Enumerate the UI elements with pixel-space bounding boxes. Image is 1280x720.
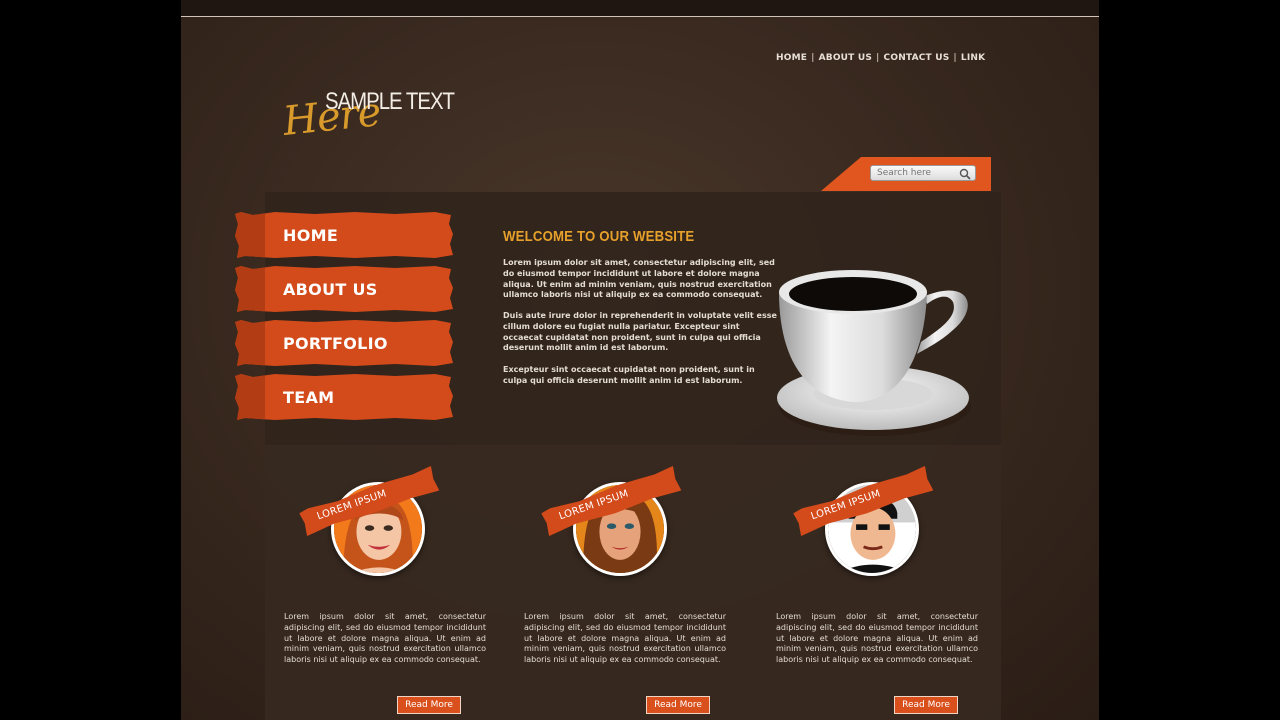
website-mockup: HOME | ABOUT US | CONTACT US | LINK Here SAMPL… <box>181 0 1099 720</box>
menu-item-portfolio[interactable]: PORTFOLIO <box>235 320 453 366</box>
read-more-button-3[interactable]: Read More <box>894 696 958 714</box>
team-description-2: Lorem ipsum dolor sit amet, consectetur … <box>524 612 726 665</box>
topnav-contact-link[interactable]: CONTACT US <box>884 53 950 63</box>
logo-main-text: SAMPLE TEXT <box>325 88 455 115</box>
menu-item-about-us[interactable]: ABOUT US <box>235 266 453 312</box>
topnav-link-link[interactable]: LINK <box>961 53 985 63</box>
menu-item-home[interactable]: HOME <box>235 212 453 258</box>
menu-item-label: PORTFOLIO <box>283 334 388 353</box>
search-tab <box>821 157 991 191</box>
search-box <box>870 165 976 181</box>
top-navigation: HOME | ABOUT US | CONTACT US | LINK <box>776 53 985 63</box>
read-more-button-1[interactable]: Read More <box>397 696 461 714</box>
topnav-about-link[interactable]: ABOUT US <box>819 53 872 63</box>
welcome-paragraph-1: Lorem ipsum dolor sit amet, consectetur … <box>503 258 775 300</box>
nav-separator: | <box>876 53 880 63</box>
team-description-3: Lorem ipsum dolor sit amet, consectetur … <box>776 612 978 665</box>
search-input[interactable] <box>871 166 961 180</box>
welcome-title: WELCOME TO OUR WEBSITE <box>503 228 695 245</box>
menu-item-edge <box>235 212 265 258</box>
menu-item-edge <box>235 320 265 366</box>
magnifier-icon[interactable] <box>959 168 971 180</box>
top-bar <box>181 0 1099 17</box>
menu-item-label: HOME <box>283 226 339 245</box>
welcome-paragraph-3: Excepteur sint occaecat cupidatat non pr… <box>503 365 755 385</box>
menu-item-label: ABOUT US <box>283 280 378 299</box>
main-menu: HOME ABOUT US PORTFOLIO TEAM <box>235 212 453 428</box>
team-description-1: Lorem ipsum dolor sit amet, consectetur … <box>284 612 486 665</box>
nav-separator: | <box>811 53 815 63</box>
nav-separator: | <box>953 53 957 63</box>
read-more-button-2[interactable]: Read More <box>646 696 710 714</box>
topnav-home-link[interactable]: HOME <box>776 53 807 63</box>
menu-item-label: TEAM <box>283 388 335 407</box>
welcome-paragraph-2: Duis aute irure dolor in reprehenderit i… <box>503 311 777 353</box>
menu-item-edge <box>235 266 265 312</box>
coffee-cup-image <box>777 270 971 436</box>
menu-item-team[interactable]: TEAM <box>235 374 453 420</box>
menu-item-edge <box>235 374 265 420</box>
